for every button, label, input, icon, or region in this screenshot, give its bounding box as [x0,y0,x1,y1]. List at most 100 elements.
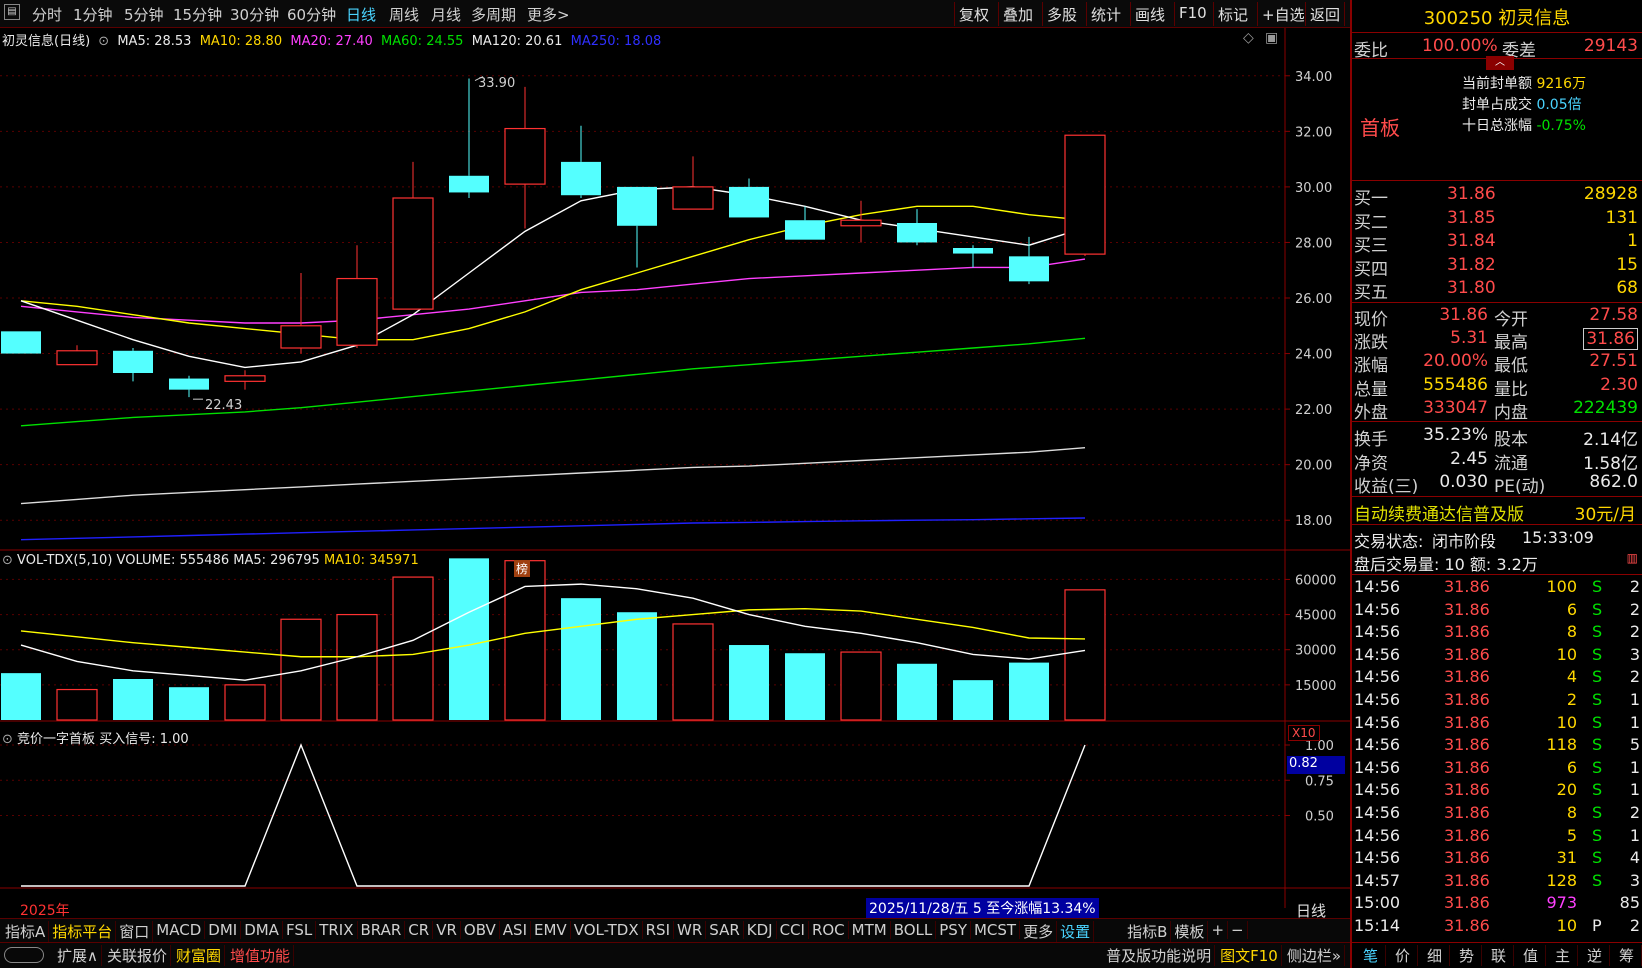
indicator-tab-23[interactable]: BOLL [891,921,937,939]
multi-stock-button[interactable]: 多股 [1042,2,1081,26]
chart-canvas[interactable]: 34.00 32.00 30.00 28.00 26.00 24.00 22.00 20.00… [0,28,1350,908]
tab-weekly[interactable]: 周线 [389,4,419,25]
indicator-tab-27[interactable]: 设置 [1057,921,1095,942]
detail-icon[interactable]: ▥ [1627,551,1638,565]
candle-body [280,325,322,349]
indicator-tab-30[interactable]: + [1208,921,1229,939]
diamond-icon[interactable]: ◇ [1243,30,1254,46]
indicator-tab-1[interactable]: 指标A [2,921,50,942]
tab-multi-period[interactable]: 多周期 [471,4,516,25]
stat-label: 外盘 [1354,402,1388,423]
menu-icon[interactable]: ▤ [4,4,20,20]
add-watchlist-button[interactable]: +自选 [1257,2,1309,26]
bottom-tab-1[interactable]: 扩展∧ [54,945,102,966]
tick-time: 14:56 [1354,667,1401,687]
stat-value: 31.86 [1439,305,1488,325]
indicator-tab-22[interactable]: MTM [849,921,891,939]
indicator-tab-24[interactable]: PSY [936,921,971,939]
collapse-arrow-icon[interactable]: ︿ [1486,56,1514,70]
tab-5min[interactable]: 5分钟 [124,4,164,25]
panel-tab-7[interactable]: 主 [1548,945,1578,966]
trade-tick-row: 14:56 31.86 10 S 3 [1352,645,1642,668]
ma20-value: MA20: 27.40 [290,34,373,49]
indicator-tab-12[interactable]: OBV [461,921,500,939]
promo-price[interactable]: 30元/月 [1575,500,1636,525]
tab-1min[interactable]: 1分钟 [73,4,113,25]
panel-tab-5[interactable]: 联 [1484,945,1514,966]
volume-unit-label: X10 [1288,725,1320,741]
indicator-tab-13[interactable]: ASI [500,921,532,939]
panel-tab-8[interactable]: 逆 [1580,945,1610,966]
tab-30min[interactable]: 30分钟 [230,4,279,25]
stock-code: 300250 [1423,8,1493,29]
indicator-tab-31[interactable]: − [1228,921,1248,939]
indicator-tab-6[interactable]: DMA [241,921,283,939]
signal-collapse-icon[interactable]: ⊙ [2,732,13,747]
weicha-value: 29143 [1583,36,1638,56]
indicator-tab-17[interactable]: WR [674,921,707,939]
tick-count: 5 [1629,735,1640,755]
stat-label: 现价 [1354,310,1388,330]
indicator-tab-26[interactable]: 更多 [1020,921,1058,942]
panel-toggle-icon[interactable]: ▣ [1265,30,1278,46]
bottom-tab-3[interactable]: 财富圈 [173,945,226,966]
promo-text[interactable]: 自动续费通达信普及版 [1354,500,1524,525]
fundamental-label: 收益(三) [1354,477,1419,497]
indicator-tab-14[interactable]: EMV [531,921,571,939]
tab-monthly[interactable]: 月线 [431,4,461,25]
stock-name: 初灵信息 [1498,8,1571,29]
indicator-tab-3[interactable]: 窗口 [116,921,154,942]
bottom-right-link-2[interactable]: 图文F10 [1217,945,1282,966]
indicator-tab-5[interactable]: DMI [205,921,242,939]
indicator-tab-11[interactable]: VR [433,921,461,939]
indicator-tab-20[interactable]: CCI [777,921,809,939]
tab-60min[interactable]: 60分钟 [287,4,336,25]
indicator-tab-21[interactable]: ROC [809,921,849,939]
tab-15min[interactable]: 15分钟 [173,4,222,25]
indicator-tab-25[interactable]: MCST [971,921,1021,939]
bottom-tab-4[interactable]: 增值功能 [227,945,295,966]
indicator-tab-7[interactable]: FSL [283,921,317,939]
indicator-tab-18[interactable]: SAR [706,921,744,939]
panel-tab-9[interactable]: 筹 [1612,945,1642,966]
tick-price: 31.86 [1444,577,1490,596]
indicator-tab-2[interactable]: 指标平台 [49,921,117,942]
ma5-value: MA5: 28.53 [117,34,192,49]
indicator-tab-10[interactable]: CR [405,921,434,939]
toggle-switch[interactable] [4,947,44,963]
collapse-icon[interactable]: ⊙ [98,34,109,49]
indicator-tab-9[interactable]: BRAR [358,921,406,939]
tab-daily[interactable]: 日线 [346,4,376,25]
stats-button[interactable]: 统计 [1086,2,1125,26]
indicator-tab-28[interactable]: 指标B [1124,921,1172,942]
candle-body [561,161,601,196]
chart-area[interactable]: 34.00 32.00 30.00 28.00 26.00 24.00 22.00 20.00… [0,28,1350,920]
indicator-tab-19[interactable]: KDJ [744,921,777,939]
volume-collapse-icon[interactable]: ⊙ [2,553,13,568]
panel-tab-2[interactable]: 价 [1388,945,1418,966]
indicator-tab-29[interactable]: 模板 [1171,921,1209,942]
bang-badge[interactable]: 榜 [514,560,531,577]
tab-more[interactable]: 更多> [527,4,570,25]
panel-tab-4[interactable]: 势 [1452,945,1482,966]
stat-value: 333047 [1423,397,1488,418]
panel-tab-6[interactable]: 值 [1516,945,1546,966]
bottom-right-link-3[interactable]: 侧边栏» [1284,945,1345,966]
bottom-tab-2[interactable]: 关联报价 [104,945,171,966]
indicator-tab-15[interactable]: VOL-TDX [571,921,643,939]
tick-side: S [1592,644,1603,664]
back-button[interactable]: 返回 [1305,2,1346,26]
f10-button[interactable]: F10 [1174,2,1211,26]
bottom-right-link-1[interactable]: 普及版功能说明 [1103,945,1216,966]
stat-label: 内盘 [1494,402,1528,423]
draw-button[interactable]: 画线 [1130,2,1169,26]
tab-fenshi[interactable]: 分时 [32,4,62,25]
panel-tab-3[interactable]: 细 [1420,945,1450,966]
indicator-tab-16[interactable]: RSI [643,921,674,939]
overlay-button[interactable]: 叠加 [998,2,1037,26]
indicator-tab-8[interactable]: TRIX [316,921,358,939]
fuquan-button[interactable]: 复权 [954,2,993,26]
panel-tab-1[interactable]: 笔 [1356,945,1386,966]
indicator-tab-4[interactable]: MACD [153,921,206,939]
mark-button[interactable]: 标记 [1213,2,1252,26]
